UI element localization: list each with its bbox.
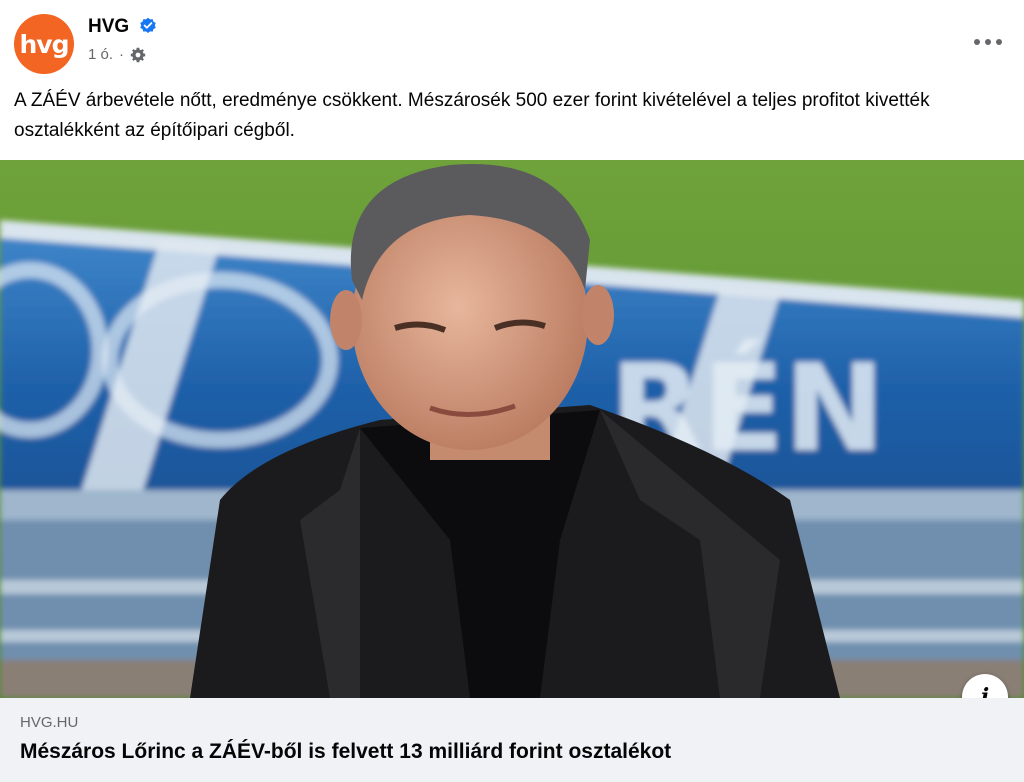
avatar-logo-text: hvg [19,29,70,59]
more-options-dot [985,39,991,45]
facebook-post: hvg HVG 1 ó. · A ZÁÉV árbevétele nőtt, e… [0,0,1024,782]
link-domain: HVG.HU [20,714,79,731]
photo-illustration: RÉN [0,160,1024,698]
page-name-link[interactable]: HVG [88,16,129,38]
post-header: hvg HVG 1 ó. · [0,0,1024,80]
post-meta: 1 ó. · [88,46,146,63]
link-preview[interactable]: HVG.HU Mészáros Lőrinc a ZÁÉV-ből is fel… [0,698,1024,782]
link-title[interactable]: Mészáros Lőrinc a ZÁÉV-ből is felvett 13… [20,740,671,764]
post-text: A ZÁÉV árbevétele nőtt, eredménye csökke… [14,90,930,141]
gear-icon[interactable] [130,47,146,63]
page-avatar[interactable]: hvg [14,14,74,74]
post-timestamp[interactable]: 1 ó. [88,46,113,63]
post-photo[interactable]: RÉN [0,160,1024,698]
meta-separator: · [119,46,125,63]
more-options-button[interactable] [974,28,1002,56]
more-options-dot [996,39,1002,45]
verified-badge-icon [140,17,156,34]
more-options-dot [974,39,980,45]
